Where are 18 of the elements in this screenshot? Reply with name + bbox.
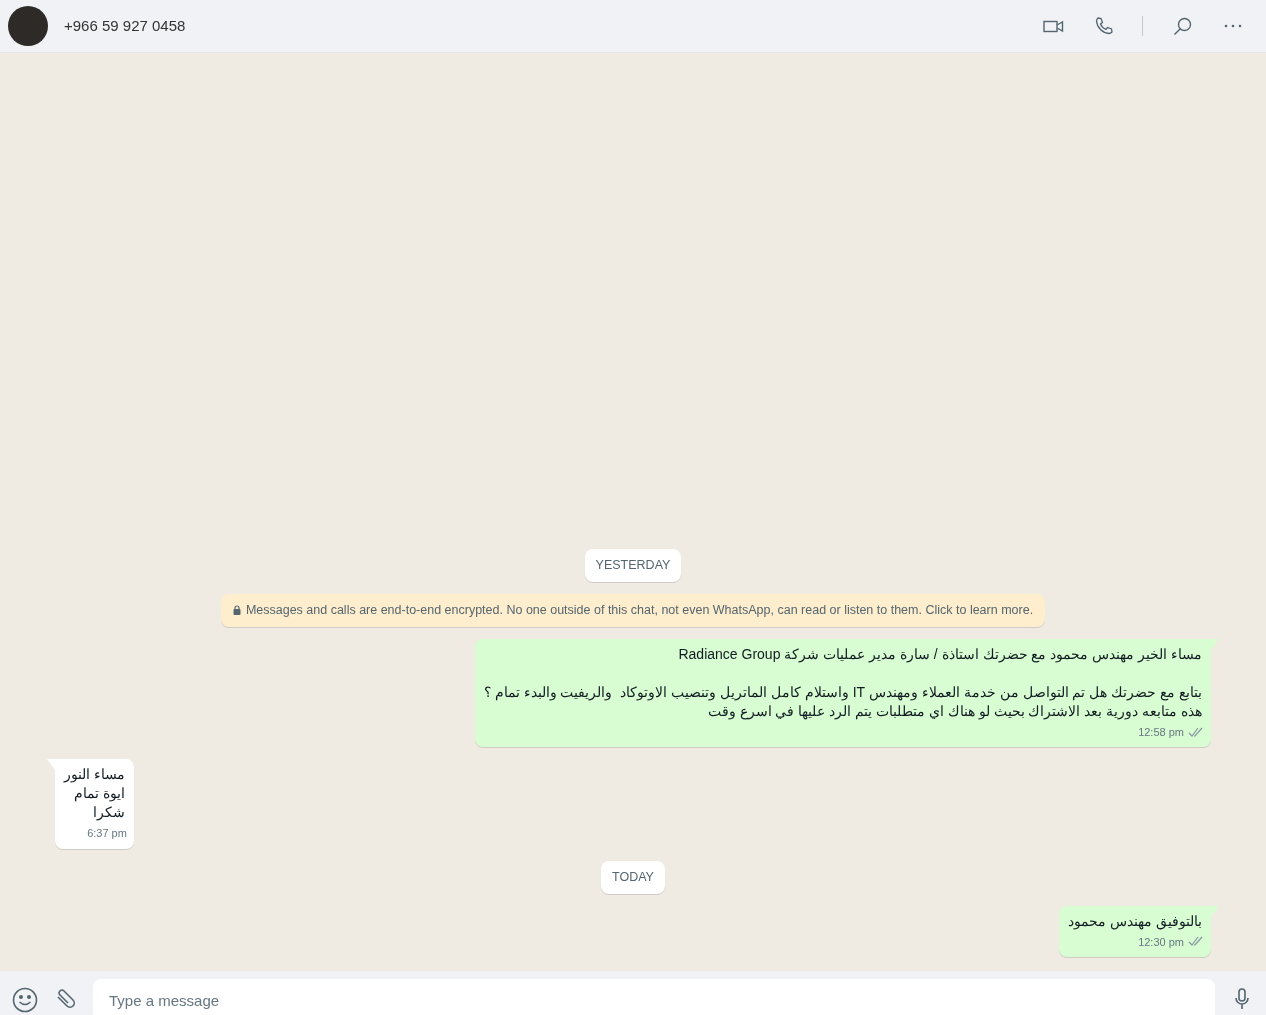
message-text: بالتوفيق مهندس محمود [1067,911,1203,931]
search-icon[interactable] [1173,16,1192,36]
message-time: 12:58 pm [1138,724,1184,740]
microphone-icon[interactable] [1235,988,1249,1010]
encryption-notice[interactable]: Messages and calls are end-to-end encrypted. No one outside of this chat, not even WhatsApp, can read or listen to them. Click to learn more. [220,594,1046,627]
video-call-icon[interactable] [1043,19,1064,33]
message-input[interactable]: Type a message [93,979,1215,1015]
contact-name[interactable]: +966 59 927 0458 [64,14,186,38]
message-text: مساء الخير مهندس محمود مع حضرتك استاذة / سارة مدير عمليات شركة Radiance Group بتابع مع حضرتك هل تم التواصل من خدمة العملاء ومهندس IT واستلام كامل الماتريل وتنصيب الاوتوكاد والريفيت والبدء تمام ؟ هذه متابعه دورية بعد الاشتراك بحيث لو هناك اي متطلبات يتم الرد عليها في اسرع وقت [482,644,1203,721]
avatar[interactable] [8,6,48,46]
message-text: مساء النور ايوة تمام شكرا [62,765,126,823]
message-time: 6:37 pm [87,826,127,842]
menu-icon[interactable] [1224,24,1242,28]
notice-text: Messages and calls are end-to-end encrypted. No one outside of this chat, not even WhatsApp, can read or listen to them. Click to learn more. [245,602,1034,619]
phone-icon[interactable] [1094,16,1114,36]
message-time: 12:30 pm [1138,934,1184,950]
lock-icon [232,605,241,616]
emoji-icon[interactable] [12,987,38,1013]
